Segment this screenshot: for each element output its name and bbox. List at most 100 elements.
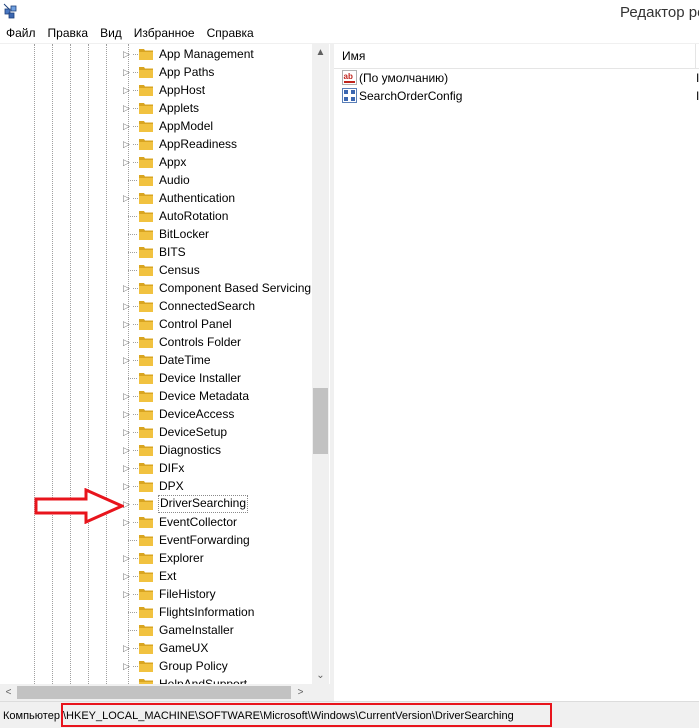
expand-arrow-icon[interactable]: ▷ bbox=[123, 121, 133, 131]
tree-connector-line bbox=[128, 234, 137, 235]
tree-node[interactable]: GameInstaller bbox=[0, 621, 312, 639]
tree-node[interactable]: ▷ Component Based Servicing bbox=[0, 279, 312, 297]
scroll-left-arrow-icon[interactable]: < bbox=[0, 684, 17, 701]
tree-connector-line bbox=[128, 270, 137, 271]
expand-arrow-icon[interactable]: ▷ bbox=[123, 337, 133, 347]
menu-file[interactable]: Файл bbox=[0, 25, 42, 42]
tree-node[interactable]: ▷ Explorer bbox=[0, 549, 312, 567]
svg-text:ab: ab bbox=[344, 72, 353, 81]
expand-arrow-icon[interactable]: ▷ bbox=[123, 661, 133, 671]
folder-icon bbox=[139, 193, 153, 204]
tree-node[interactable]: ▷ DeviceSetup bbox=[0, 423, 312, 441]
expand-arrow-icon[interactable]: ▷ bbox=[123, 85, 133, 95]
scroll-down-arrow-icon[interactable]: ⌄ bbox=[312, 667, 329, 684]
tree-node-label: Diagnostics bbox=[159, 443, 222, 457]
red-arrow-annotation-icon bbox=[34, 488, 124, 524]
expand-arrow-icon[interactable]: ▷ bbox=[123, 157, 133, 167]
expand-arrow-icon[interactable]: ▷ bbox=[123, 481, 133, 491]
key-tree-pane[interactable]: ▷ App Management ▷ App Paths ▷ AppHost ▷ Applet… bbox=[0, 44, 330, 684]
tree-connector-line bbox=[128, 180, 137, 181]
tree-node[interactable]: ▷ Controls Folder bbox=[0, 333, 312, 351]
expand-arrow-icon[interactable]: ▷ bbox=[123, 139, 133, 149]
folder-icon bbox=[139, 625, 153, 636]
expand-arrow-icon[interactable]: ▷ bbox=[123, 445, 133, 455]
tree-node[interactable]: ▷ Device Metadata bbox=[0, 387, 312, 405]
tree-node[interactable]: ▷ App Management bbox=[0, 45, 312, 63]
expand-arrow-icon[interactable]: ▷ bbox=[123, 499, 133, 509]
expand-arrow-icon[interactable]: ▷ bbox=[123, 589, 133, 599]
tree-node[interactable]: ▷ DateTime bbox=[0, 351, 312, 369]
window-title: Редактор ре bbox=[620, 4, 699, 21]
tree-horizontal-scrollbar[interactable]: < > bbox=[0, 684, 330, 701]
folder-icon bbox=[139, 373, 153, 384]
expand-arrow-icon[interactable]: ▷ bbox=[123, 283, 133, 293]
tree-node[interactable]: ▷ Applets bbox=[0, 99, 312, 117]
tree-node[interactable]: HelpAndSupport bbox=[0, 675, 312, 684]
menu-help[interactable]: Справка bbox=[201, 25, 260, 42]
tree-node-label: Controls Folder bbox=[159, 335, 242, 349]
tree-node[interactable]: AutoRotation bbox=[0, 207, 312, 225]
tree-node[interactable]: EventForwarding bbox=[0, 531, 312, 549]
tree-node[interactable]: Census bbox=[0, 261, 312, 279]
folder-icon bbox=[139, 49, 153, 60]
expand-arrow-icon[interactable]: ▷ bbox=[123, 301, 133, 311]
expand-arrow-icon[interactable]: ▷ bbox=[123, 409, 133, 419]
tree-node[interactable]: ▷ App Paths bbox=[0, 63, 312, 81]
tree-node[interactable]: FlightsInformation bbox=[0, 603, 312, 621]
tree-node[interactable]: ▷ DIFx bbox=[0, 459, 312, 477]
tree-node-label: ConnectedSearch bbox=[159, 299, 256, 313]
folder-icon bbox=[139, 337, 153, 348]
expand-arrow-icon[interactable]: ▷ bbox=[123, 103, 133, 113]
expand-arrow-icon[interactable]: ▷ bbox=[123, 355, 133, 365]
expand-arrow-icon[interactable]: ▷ bbox=[123, 391, 133, 401]
tree-node[interactable]: ▷ AppReadiness bbox=[0, 135, 312, 153]
tree-connector-line bbox=[128, 378, 137, 379]
folder-icon bbox=[139, 229, 153, 240]
tree-node[interactable]: ▷ DeviceAccess bbox=[0, 405, 312, 423]
column-header-name[interactable]: Имя bbox=[342, 49, 365, 63]
expand-arrow-icon[interactable]: ▷ bbox=[123, 193, 133, 203]
status-path-prefix: Компьютер bbox=[3, 710, 60, 722]
horizontal-scroll-thumb[interactable] bbox=[17, 686, 291, 699]
tree-node[interactable]: ▷ ConnectedSearch bbox=[0, 297, 312, 315]
tree-node[interactable]: ▷ Group Policy bbox=[0, 657, 312, 675]
tree-node[interactable]: ▷ AppModel bbox=[0, 117, 312, 135]
tree-node[interactable]: ▷ Diagnostics bbox=[0, 441, 312, 459]
tree-node[interactable]: ▷ Ext bbox=[0, 567, 312, 585]
expand-arrow-icon[interactable]: ▷ bbox=[123, 49, 133, 59]
expand-arrow-icon[interactable]: ▷ bbox=[123, 517, 133, 527]
tree-node[interactable]: ▷ Appx bbox=[0, 153, 312, 171]
expand-arrow-icon[interactable]: ▷ bbox=[123, 67, 133, 77]
tree-node[interactable]: ▷ GameUX bbox=[0, 639, 312, 657]
folder-icon bbox=[139, 643, 153, 654]
scroll-right-arrow-icon[interactable]: > bbox=[292, 684, 309, 701]
tree-node-label: Device Metadata bbox=[159, 389, 250, 403]
expand-arrow-icon[interactable]: ▷ bbox=[123, 427, 133, 437]
tree-node[interactable]: ▷ Control Panel bbox=[0, 315, 312, 333]
menu-favorites[interactable]: Избранное bbox=[128, 25, 201, 42]
expand-arrow-icon[interactable]: ▷ bbox=[123, 463, 133, 473]
tree-node[interactable]: ▷ AppHost bbox=[0, 81, 312, 99]
expand-arrow-icon[interactable]: ▷ bbox=[123, 571, 133, 581]
column-separator[interactable] bbox=[695, 44, 696, 68]
tree-node[interactable]: BitLocker bbox=[0, 225, 312, 243]
expand-arrow-icon[interactable]: ▷ bbox=[123, 553, 133, 563]
tree-node[interactable]: ▷ FileHistory bbox=[0, 585, 312, 603]
menu-edit[interactable]: Правка bbox=[42, 25, 95, 42]
values-pane[interactable]: Имя ab (По умолчанию) I SearchOrderConfi… bbox=[334, 44, 699, 701]
tree-node-label: Audio bbox=[159, 173, 190, 187]
expand-arrow-icon[interactable]: ▷ bbox=[123, 643, 133, 653]
tree-node[interactable]: Audio bbox=[0, 171, 312, 189]
value-row[interactable]: ab (По умолчанию) I bbox=[334, 69, 699, 87]
tree-node[interactable]: BITS bbox=[0, 243, 312, 261]
value-row[interactable]: SearchOrderConfig I bbox=[334, 87, 699, 105]
expand-arrow-icon[interactable]: ▷ bbox=[123, 319, 133, 329]
tree-node[interactable]: Device Installer bbox=[0, 369, 312, 387]
tree-node[interactable]: ▷ Authentication bbox=[0, 189, 312, 207]
tree-vertical-scrollbar[interactable]: ▲ ⌄ bbox=[312, 44, 329, 684]
folder-icon bbox=[139, 427, 153, 438]
menu-view[interactable]: Вид bbox=[94, 25, 128, 42]
tree-node-label: AppModel bbox=[159, 119, 214, 133]
scroll-up-arrow-icon[interactable]: ▲ bbox=[312, 44, 329, 61]
vertical-scroll-thumb[interactable] bbox=[313, 388, 328, 454]
